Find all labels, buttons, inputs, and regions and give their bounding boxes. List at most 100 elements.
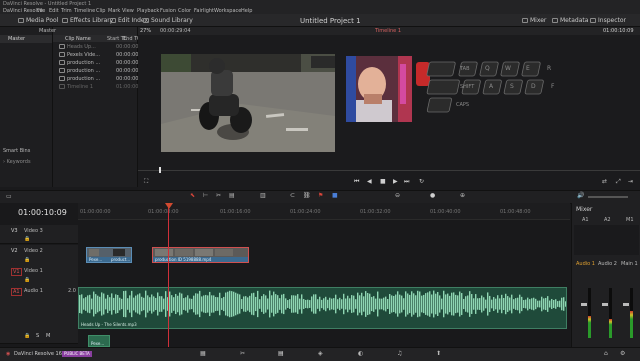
lock-icon[interactable]: 🔒 [24,236,30,242]
mixer-bus-label[interactable]: Main 1 [621,261,638,267]
waveform-bar [85,297,87,311]
waveform-bar [455,294,457,314]
zoom-in-icon[interactable]: ⊕ [460,192,465,199]
fusion-page-icon[interactable]: ◈ [318,350,323,357]
waveform-bar [373,296,375,312]
mute-button[interactable]: M [46,333,50,339]
blade-tool-icon[interactable]: ✂ [216,192,221,199]
lock-icon[interactable]: 🔒 [24,333,30,339]
settings-icon[interactable]: ⚙ [620,350,625,357]
audio-clip-small[interactable]: Pexe... [88,335,110,347]
mixer-bus-label[interactable]: Audio 2 [598,261,617,267]
inspector-button[interactable]: Inspector [590,15,626,25]
waveform-bar [115,294,117,314]
clip-row[interactable]: Timeline 1 01:00:00 [53,83,139,91]
select-tool-icon[interactable]: ⬉ [190,192,195,199]
insert-icon[interactable]: ▤ [229,192,235,199]
waveform-bar [257,290,259,318]
clip-start: 00:00:00 [116,52,139,58]
media-pool-button[interactable]: Media Pool [18,15,58,25]
flag-icon[interactable]: ■ [332,192,338,199]
track-name[interactable]: Audio 1 [24,288,43,294]
timeline-playhead[interactable] [168,203,169,358]
overwrite-icon[interactable]: ▥ [260,192,266,199]
lock-icon[interactable]: 🔒 [24,257,30,263]
mixer-button[interactable]: Mixer [522,15,546,25]
fader-m1[interactable] [623,303,629,306]
viewer-frame[interactable] [161,54,335,152]
jump-end-icon[interactable]: ⏭ [404,178,409,185]
link-icon[interactable]: ⛓ [303,192,311,199]
track-name[interactable]: Video 3 [24,228,43,234]
next-edit-icon[interactable]: ⇥ [628,178,633,185]
color-page-icon[interactable]: ◐ [358,350,363,357]
zoom-slider-icon[interactable]: ● [430,192,435,199]
zoom-out-icon[interactable]: ⊖ [395,192,400,199]
keyboard-graphic [426,61,544,113]
waveform-bar [407,293,409,315]
waveform-bar [103,293,105,315]
edit-page-icon[interactable]: ▤ [278,350,284,357]
home-icon[interactable]: ⌂ [604,350,608,357]
viewer-options-icon[interactable]: ⛶ [144,178,148,185]
media-page-icon[interactable]: ▦ [200,350,206,357]
waveform-bar [301,294,303,314]
fairlight-page-icon[interactable]: ♫ [397,350,402,357]
trim-tool-icon[interactable]: ⊢ [203,192,208,199]
full-screen-icon[interactable]: ⤢ [616,178,621,185]
clip-start: 00:00:00 [116,76,139,82]
snapping-icon[interactable]: ⊂ [290,192,295,199]
match-frame-icon[interactable]: ⇄ [602,178,607,185]
clip-row[interactable]: production ... 00:00:00 [53,59,138,67]
bin-master[interactable]: Master [0,35,52,43]
clip-name: production ... [67,68,101,74]
viewer-playhead[interactable] [159,167,161,173]
waveform-bar [433,290,435,318]
track-name[interactable]: Video 2 [24,248,43,254]
overlay-thumbnail [346,56,412,122]
audio-clip[interactable]: Heads Up - The Silents.mp3 [78,287,567,329]
playhead-handle[interactable] [165,203,173,209]
sound-library-button[interactable]: Sound Library [143,15,193,25]
fader-a2[interactable] [602,303,608,306]
zoom-level[interactable]: 27% [140,28,151,34]
video-clip-selected[interactable]: production ID 5198888.mp4 [152,247,249,263]
mixer-label: Mixer [530,16,547,24]
clip-row[interactable]: production ... 00:00:00 [53,75,139,83]
fader-a1[interactable] [581,303,587,306]
clip-row[interactable]: production ... 00:00:00 [53,67,138,75]
track-name[interactable]: Video 1 [24,268,43,274]
waveform-bar [127,298,129,310]
metadata-button[interactable]: Metadata [552,15,588,25]
timeline-ruler[interactable]: 01:00:00:00 01:00:08:00 01:00:16:00 01:0… [78,203,570,220]
lock-icon[interactable]: 🔒 [24,277,30,283]
mixer-bus-label[interactable]: Audio 1 [576,261,595,267]
timeline-name[interactable]: Timeline 1 [375,28,401,34]
waveform-bar [293,295,295,313]
clip-start: 01:00:00 [116,84,139,90]
viewer-scrub-bar[interactable] [138,170,640,171]
waveform-bar [191,298,193,310]
keywords-item[interactable]: › Keywords [3,159,31,165]
volume-icon[interactable]: 🔊 [577,192,584,199]
play-reverse-icon[interactable]: ◀ [367,178,372,185]
waveform-bar [465,296,467,312]
marker-icon[interactable]: ⚑ [318,192,323,199]
play-icon[interactable]: ▶ [393,178,398,185]
effects-library-button[interactable]: Effects Library [62,15,113,25]
col-clip-name[interactable]: Clip Name [65,36,91,42]
stop-icon[interactable]: ■ [380,178,386,185]
deliver-page-icon[interactable]: ⬆ [436,350,441,357]
waveform-bar [393,295,395,313]
level-meter-a2 [609,288,612,338]
solo-button[interactable]: S [36,333,39,339]
cut-page-icon[interactable]: ✂ [240,350,245,357]
jump-start-icon[interactable]: ⏮ [354,178,359,185]
clip-row[interactable]: Heads Up... 00:00:00 [53,43,138,51]
layout-icon[interactable]: ▭ [6,193,12,200]
volume-slider[interactable] [588,196,628,198]
video-clip[interactable]: Pexe... product... [86,247,132,263]
clip-label: Pexe... [89,257,103,262]
loop-icon[interactable]: ↻ [419,178,424,185]
clip-row[interactable]: Pexels Vide... 00:00:00 [53,51,139,59]
